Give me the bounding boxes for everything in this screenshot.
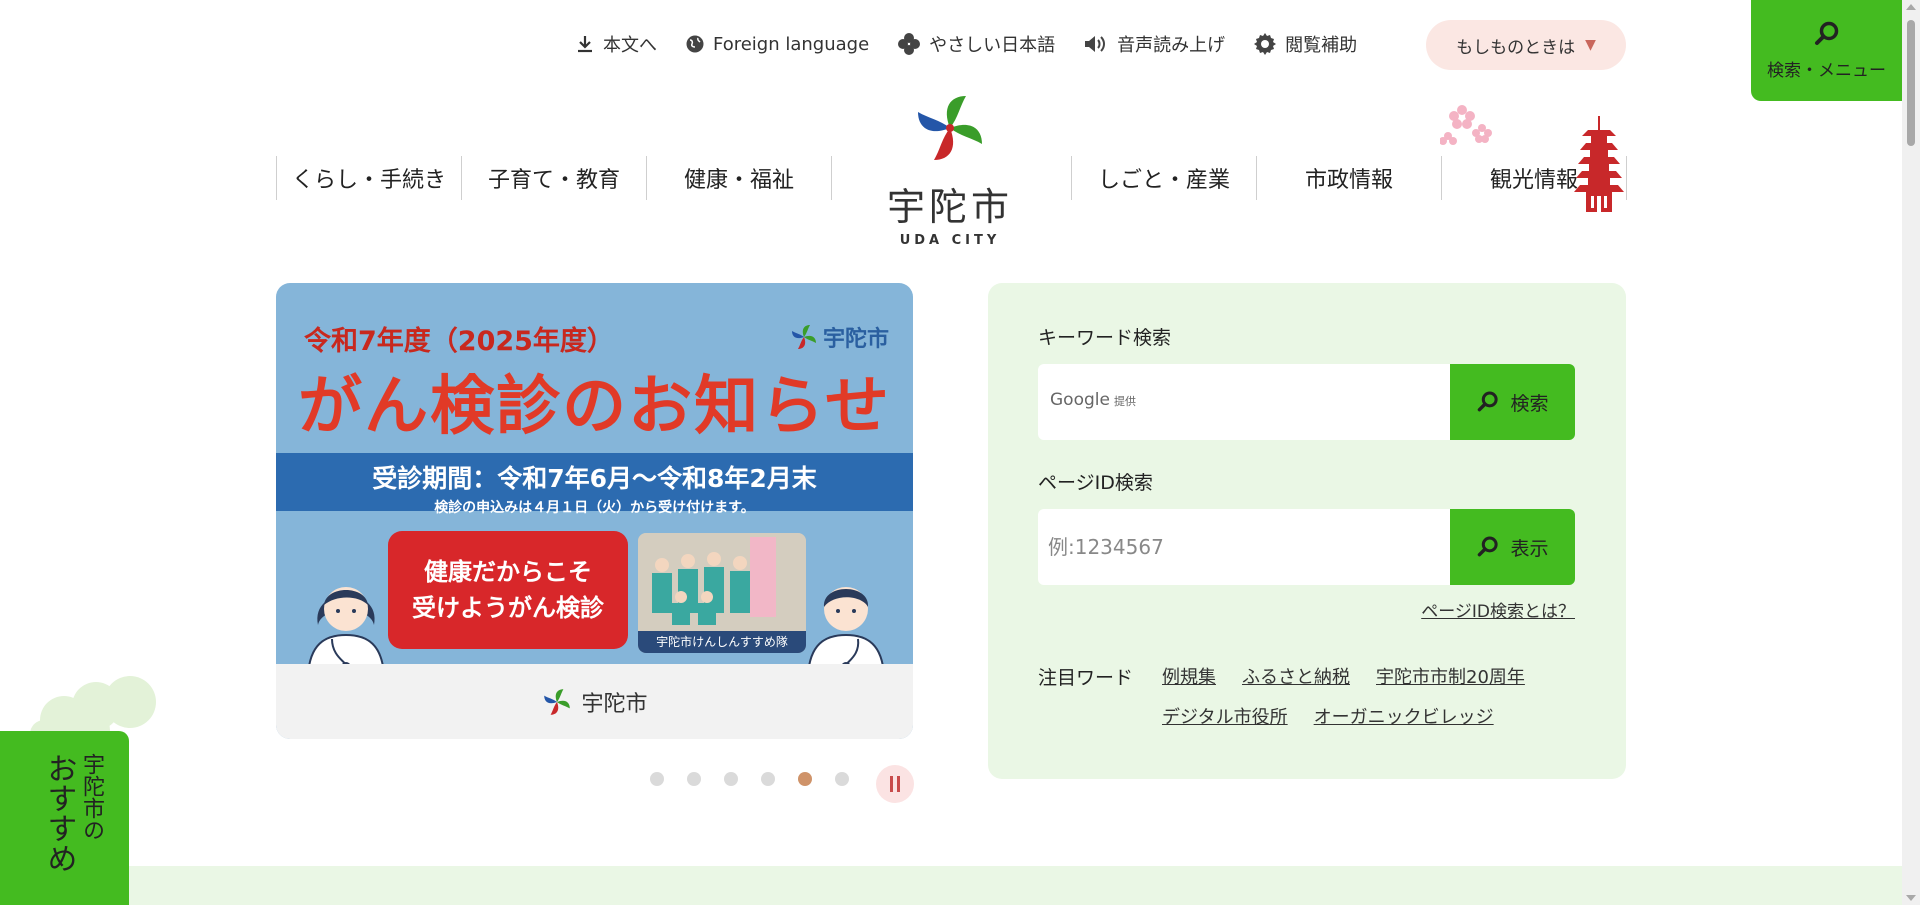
sakura-decoration-icon: [1440, 105, 1492, 145]
search-icon: [1478, 536, 1499, 557]
banner-period-band: 受診期間：令和7年6月～令和8年2月末 検診の申込みは４月１日（火）から受け付け…: [276, 453, 913, 516]
featured-link-furusato-tax[interactable]: ふるさと納税: [1242, 663, 1350, 689]
banner-brand: 宇陀市: [789, 321, 889, 353]
doctor-female-icon: [306, 587, 386, 675]
page-id-help-link[interactable]: ページID検索とは？: [1421, 597, 1575, 622]
main-nav-right: しごと・産業 市政情報 観光情報: [1071, 156, 1627, 200]
pause-icon: [897, 776, 900, 792]
city-emblem-icon: [791, 325, 816, 349]
keyword-search-button-label: 検索: [1510, 392, 1549, 415]
featured-link-organic-village[interactable]: オーガニックビレッジ: [1314, 703, 1494, 729]
skip-to-content-label: 本文へ: [603, 35, 657, 56]
carousel-dot[interactable]: [724, 772, 738, 786]
page-id-display-button[interactable]: 表示: [1450, 509, 1575, 585]
page-id-search-label: ページID検索: [1038, 472, 1153, 494]
banner-bubble: 健康だからこそ 受けようがん検診: [388, 531, 628, 649]
emergency-label: もしものときは: [1456, 37, 1576, 58]
logo-city-name: 宇陀市: [886, 185, 1013, 229]
group-photo-icon: [638, 533, 806, 631]
carousel-dot-active[interactable]: [798, 772, 812, 786]
easy-japanese-label: やさしい日本語: [929, 35, 1056, 56]
gear-icon: [1254, 33, 1277, 55]
foreign-language-link[interactable]: Foreign language: [685, 34, 869, 55]
scrollbar-thumb[interactable]: [1907, 20, 1915, 146]
featured-words-list: 例規集 ふるさと納税 宇陀市市制20周年 デジタル市役所 オーガニックビレッジ: [1162, 663, 1582, 729]
globe-icon: [686, 35, 704, 53]
doctor-male-icon: [806, 587, 886, 675]
chevron-down-icon: ▼: [1585, 37, 1596, 53]
city-emblem-icon: [918, 96, 982, 160]
read-aloud-label: 音声読み上げ: [1117, 35, 1226, 56]
search-icon: [1814, 21, 1838, 45]
nav-item-business[interactable]: しごと・産業: [1071, 156, 1256, 200]
read-aloud-link[interactable]: 音声読み上げ: [1083, 31, 1225, 57]
hero-banner[interactable]: 令和7年度（2025年度） 宇陀市 がん検診のお知らせ 受診期間：令和7年6月～…: [276, 283, 913, 739]
featured-words-label: 注目ワード: [1038, 667, 1134, 689]
recommended-tab[interactable]: 宇陀市の おすすめ: [0, 731, 129, 905]
search-menu-button[interactable]: 検索・メニュー: [1751, 0, 1902, 101]
featured-link-regulations[interactable]: 例規集: [1162, 663, 1216, 689]
download-icon: [578, 36, 592, 53]
site-logo[interactable]: 宇陀市 UDA CITY: [880, 88, 1020, 248]
banner-year: 令和7年度（2025年度）: [304, 326, 614, 357]
banner-brand-name: 宇陀市: [822, 327, 889, 352]
carousel-dot[interactable]: [687, 772, 701, 786]
search-menu-label: 検索・メニュー: [1767, 61, 1886, 81]
banner-note: 検診の申込みは４月１日（火）から受け付けます。: [434, 500, 755, 516]
page-scrollbar[interactable]: [1902, 0, 1920, 905]
skip-to-content-link[interactable]: 本文へ: [575, 31, 657, 57]
banner-group-photo: 宇陀市けんしんすすめ隊: [638, 533, 806, 653]
nav-item-health[interactable]: 健康・福祉: [646, 156, 832, 200]
pause-icon: [890, 776, 893, 792]
keyword-search-input[interactable]: [1038, 364, 1450, 440]
clover-icon: [898, 33, 921, 55]
carousel-pause-button[interactable]: [876, 765, 914, 803]
bottom-section-band: [129, 866, 1902, 905]
recommended-label: 宇陀市の おすすめ: [40, 753, 105, 873]
main-nav-left: くらし・手続き 子育て・教育 健康・福祉: [276, 156, 832, 200]
accessibility-link[interactable]: 閲覧補助: [1253, 31, 1357, 57]
recommended-label-line1: 宇陀市の: [79, 753, 104, 841]
banner-period: 受診期間：令和7年6月～令和8年2月末: [372, 464, 817, 493]
scroll-up-icon[interactable]: [1906, 4, 1916, 10]
recommended-label-line2: おすすめ: [41, 753, 77, 873]
keyword-search-label: キーワード検索: [1038, 327, 1172, 349]
city-emblem-icon: [544, 688, 571, 715]
emergency-dropdown-button[interactable]: もしものときは ▼: [1426, 20, 1626, 70]
accessibility-label: 閲覧補助: [1285, 35, 1358, 56]
search-icon: [1478, 391, 1499, 412]
nav-item-city-info[interactable]: 市政情報: [1256, 156, 1441, 200]
featured-link-digital-city-hall[interactable]: デジタル市役所: [1162, 703, 1288, 729]
carousel-dots: [650, 772, 849, 786]
scroll-down-icon[interactable]: [1906, 895, 1916, 901]
carousel-dot[interactable]: [835, 772, 849, 786]
easy-japanese-link[interactable]: やさしい日本語: [897, 31, 1055, 57]
carousel-dot[interactable]: [761, 772, 775, 786]
logo-subtitle: UDA CITY: [899, 233, 1001, 248]
speaker-icon: [1085, 36, 1106, 52]
page-id-input[interactable]: [1038, 509, 1450, 585]
banner-title: がん検診のお知らせ: [298, 370, 891, 444]
banner-photo-caption: 宇陀市けんしんすすめ隊: [638, 631, 806, 653]
carousel-dot[interactable]: [650, 772, 664, 786]
page-id-button-label: 表示: [1510, 537, 1549, 560]
featured-link-20th-anniversary[interactable]: 宇陀市市制20周年: [1376, 663, 1525, 689]
nav-item-living[interactable]: くらし・手続き: [276, 156, 461, 200]
banner-footer: 宇陀市: [276, 664, 913, 739]
keyword-search-button[interactable]: 検索: [1450, 364, 1575, 440]
foreign-language-label: Foreign language: [713, 33, 870, 55]
pagoda-decoration-icon: [1574, 116, 1624, 212]
nav-item-childcare[interactable]: 子育て・教育: [461, 156, 646, 200]
search-panel: キーワード検索 Google提供 検索 ページID検索 表示 ページID検索とは…: [988, 283, 1626, 779]
banner-footer-name: 宇陀市: [581, 691, 648, 717]
utility-nav: 本文へ Foreign language やさしい日本語 音声読み上げ 閲覧補助: [575, 28, 1385, 60]
